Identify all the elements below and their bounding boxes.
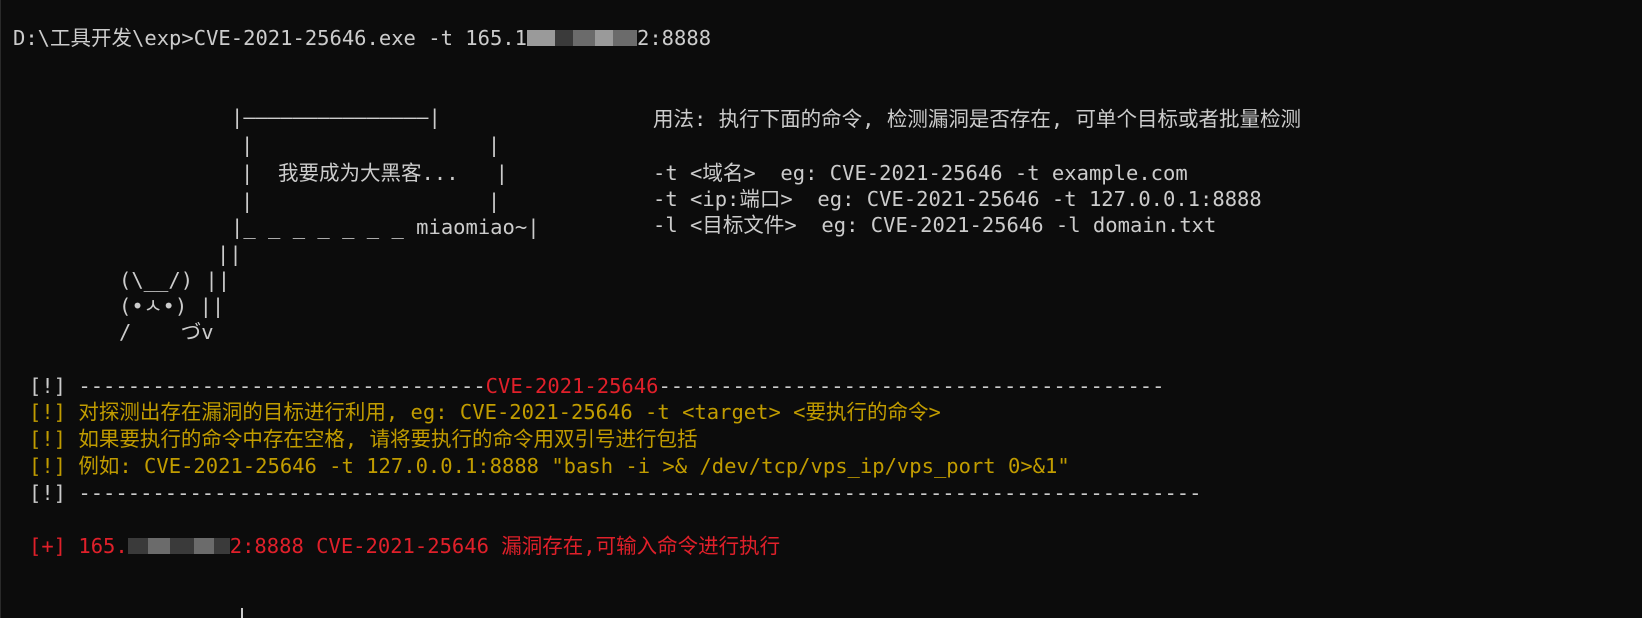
notice-footer-separator: [!] ------------------------------------… (29, 481, 1202, 505)
redaction-mask (213, 538, 230, 554)
notice-separator-left: --------------------------------- (66, 374, 486, 398)
result-line: [+] 165. 2:8888 CVE-2021-25646 漏洞存在,可输入命令… (29, 532, 780, 560)
command-suffix: 2:8888 (636, 26, 712, 50)
cat-ascii-line1: (\__/) || (119, 268, 231, 292)
banner-box-top: |———————————————| (231, 105, 441, 129)
redaction-mask (554, 30, 573, 46)
command-prefix: D:\工具开发\exp>CVE-2021-25646.exe -t 165.1 (13, 26, 527, 50)
notice-header: [!] ---------------------------------CVE… (29, 372, 1165, 400)
banner-box-empty-line: | | (241, 189, 501, 213)
redaction-mask (526, 30, 555, 46)
usage-line-file: -l <目标文件> eg: CVE-2021-25646 -l domain.t… (653, 213, 1217, 237)
terminal-window[interactable]: D:\工具开发\exp>CVE-2021-25646.exe -t 165.1 2… (0, 0, 1642, 618)
usage-line-ip: -t <ip:端口> eg: CVE-2021-25646 -t 127.0.0… (653, 187, 1262, 211)
redaction-mask (594, 30, 613, 46)
redaction-mask (612, 30, 637, 46)
notice-line-exploit: [!] 对探测出存在漏洞的目标进行利用, eg: CVE-2021-25646 … (29, 400, 941, 424)
banner-box-empty-line: | | (241, 133, 501, 157)
usage-title: 用法: 执行下面的命令, 检测漏洞是否存在, 可单个目标或者批量检测 (653, 107, 1302, 131)
banner-box-bottom: |_ _ _ _ _ _ _ miaomiao~| (231, 215, 540, 239)
redaction-mask (193, 538, 214, 554)
notice-marker: [!] (29, 374, 67, 398)
cat-ascii-line3: / づv (119, 320, 214, 344)
cat-ascii-line2: (•ㅅ•) || (119, 294, 225, 318)
banner-pole: || (217, 242, 242, 266)
redaction-mask (147, 538, 170, 554)
command-line: D:\工具开发\exp>CVE-2021-25646.exe -t 165.1 2… (13, 24, 711, 52)
text-cursor (241, 608, 243, 618)
notice-line-example: [!] 例如: CVE-2021-25646 -t 127.0.0.1:8888… (29, 454, 1070, 478)
notice-separator-right: ----------------------------------------… (658, 374, 1165, 398)
redaction-mask (169, 538, 194, 554)
notice-line-quotes: [!] 如果要执行的命令中存在空格, 请将要执行的命令用双引号进行包括 (29, 427, 698, 451)
redaction-mask (127, 538, 148, 554)
banner-box-message: | 我要成为大黑客... | (241, 161, 508, 185)
usage-line-domain: -t <域名> eg: CVE-2021-25646 -t example.co… (653, 161, 1188, 185)
result-suffix: 2:8888 CVE-2021-25646 漏洞存在,可输入命令进行执行 (229, 534, 781, 558)
redaction-mask (572, 30, 595, 46)
notice-cve-title: CVE-2021-25646 (485, 374, 659, 398)
result-prefix: [+] 165. (29, 534, 128, 558)
